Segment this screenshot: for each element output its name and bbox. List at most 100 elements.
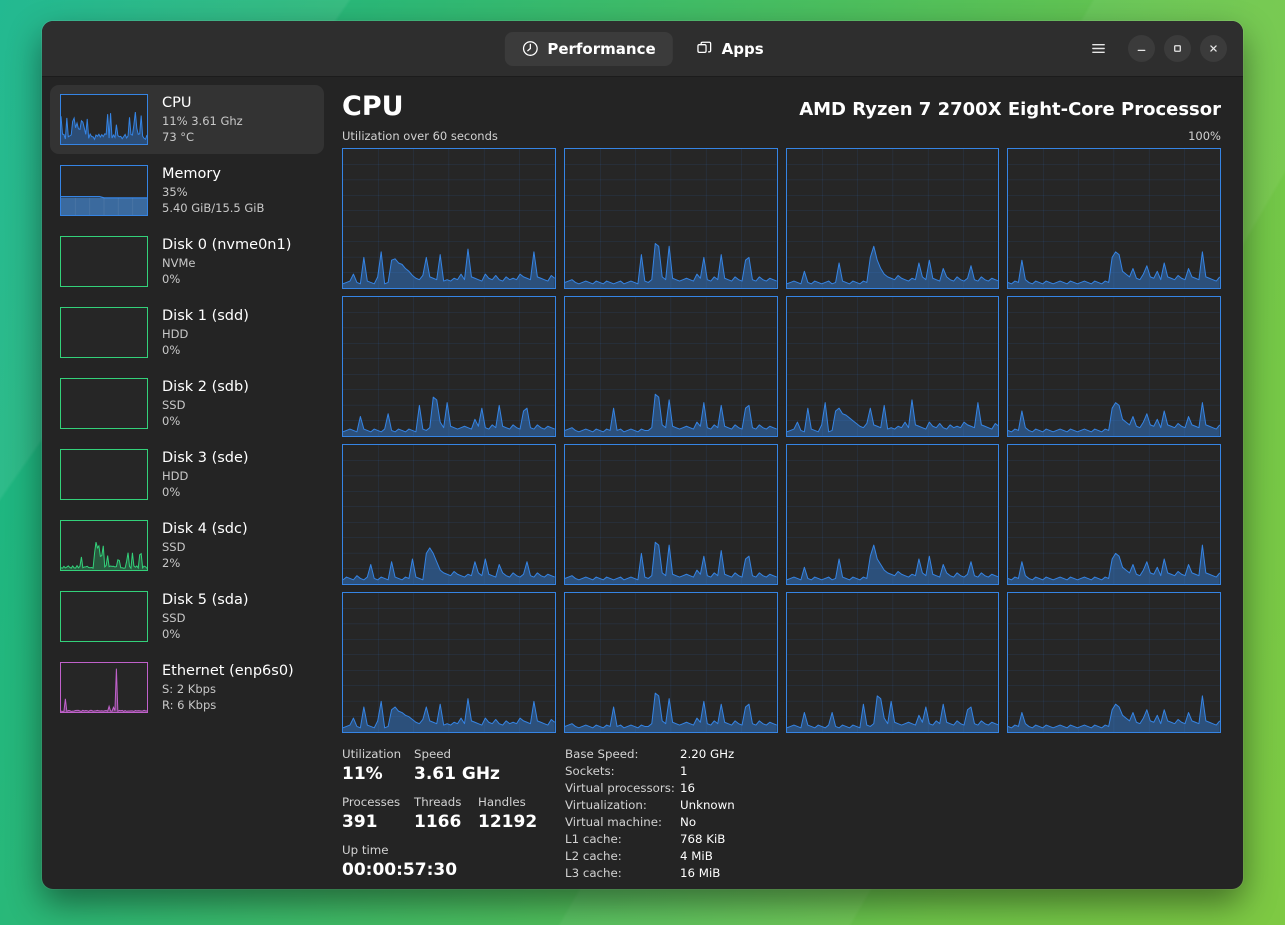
sidebar-thumbnail-0 [60, 94, 148, 145]
stat-group-processes: Processes Threads Handles 391 1166 12192 [342, 794, 560, 834]
cpu-core-graph [786, 148, 1000, 289]
spec-value: 2.20 GHz [680, 746, 734, 763]
speed-value: 3.61 GHz [414, 763, 534, 786]
minimize-icon[interactable] [1128, 35, 1155, 62]
task-manager-window: Performance Apps [42, 21, 1243, 889]
hamburger-menu-icon[interactable] [1084, 35, 1112, 63]
uptime-value: 00:00:57:30 [342, 859, 560, 882]
spec-row: Virtual processors:16 [565, 780, 1221, 797]
spec-row: L2 cache:4 MiB [565, 848, 1221, 865]
handles-value: 12192 [478, 811, 558, 834]
cpu-core-graph [786, 592, 1000, 733]
cpu-core-graph [1007, 444, 1221, 585]
sidebar-item-text: Disk 1 (sdd)HDD0% [162, 307, 249, 358]
window-controls [1084, 35, 1227, 63]
sidebar-item-disk-5-sda[interactable]: Disk 5 (sda)SSD0% [50, 582, 324, 651]
sidebar-item-text: Disk 2 (sdb)SSD0% [162, 378, 249, 429]
windows-stack-icon [696, 40, 713, 57]
sidebar-item-disk-1-sdd[interactable]: Disk 1 (sdd)HDD0% [50, 298, 324, 367]
sidebar-item-detail-1: HDD [162, 468, 249, 484]
spec-value: Unknown [680, 797, 735, 814]
sidebar-item-memory[interactable]: Memory35%5.40 GiB/15.5 GiB [50, 156, 324, 225]
speed-label: Speed [414, 746, 534, 763]
window-body: CPU11% 3.61 Ghz73 °C Memory35%5.40 GiB/15… [42, 77, 1243, 889]
cpu-core-graph [342, 148, 556, 289]
cpu-core-graph [786, 296, 1000, 437]
spec-value: 768 KiB [680, 831, 725, 848]
spec-value: 4 MiB [680, 848, 713, 865]
spec-row: Base Speed:2.20 GHz [565, 746, 1221, 763]
cpu-core-graph [564, 592, 778, 733]
stats-section: Utilization Speed 11% 3.61 GHz Processes… [342, 733, 1221, 889]
sidebar-item-detail-1: 35% [162, 184, 264, 200]
sidebar-item-detail-2: 0% [162, 484, 249, 500]
sidebar-item-disk-3-sde[interactable]: Disk 3 (sde)HDD0% [50, 440, 324, 509]
sidebar-item-detail-1: SSD [162, 610, 249, 626]
sidebar-item-text: Disk 5 (sda)SSD0% [162, 591, 249, 642]
tab-performance-label: Performance [547, 40, 655, 58]
sidebar-item-text: Disk 3 (sde)HDD0% [162, 449, 249, 500]
cpu-core-graph [564, 148, 778, 289]
sidebar-thumbnail-3 [60, 307, 148, 358]
graph-x-axis-label: Utilization over 60 seconds [342, 129, 498, 143]
cpu-core-graph [564, 444, 778, 585]
spec-row: Sockets:1 [565, 763, 1221, 780]
sidebar-item-detail-2: 0% [162, 413, 249, 429]
spec-label: L1 cache: [565, 831, 680, 848]
maximize-icon[interactable] [1164, 35, 1191, 62]
cpu-core-graph [786, 444, 1000, 585]
sidebar-item-detail-1: 11% 3.61 Ghz [162, 113, 243, 129]
processes-label: Processes [342, 794, 414, 811]
stat-group-uptime: Up time 00:00:57:30 [342, 842, 560, 882]
sidebar-item-text: Disk 0 (nvme0n1)NVMe0% [162, 236, 291, 287]
stat-group-util-speed: Utilization Speed 11% 3.61 GHz [342, 746, 560, 786]
spec-label: Sockets: [565, 763, 680, 780]
speedometer-icon [521, 40, 538, 57]
close-icon[interactable] [1200, 35, 1227, 62]
main-header: CPU AMD Ryzen 7 2700X Eight-Core Process… [342, 91, 1221, 122]
sidebar-item-text: Ethernet (enp6s0)S: 2 KbpsR: 6 Kbps [162, 662, 294, 713]
cpu-core-graph [1007, 148, 1221, 289]
tab-apps-label: Apps [722, 40, 764, 58]
spec-value: 16 MiB [680, 865, 720, 882]
sidebar-item-disk-4-sdc[interactable]: Disk 4 (sdc)SSD2% [50, 511, 324, 580]
sidebar-thumbnail-6 [60, 520, 148, 571]
sidebar-item-label: Ethernet (enp6s0) [162, 662, 294, 681]
uptime-label: Up time [342, 842, 560, 859]
tab-performance[interactable]: Performance [504, 32, 672, 66]
sidebar-item-label: Disk 0 (nvme0n1) [162, 236, 291, 255]
sidebar-item-detail-2: 2% [162, 555, 248, 571]
sidebar-item-detail-1: HDD [162, 326, 249, 342]
sidebar-item-ethernet-enp6s0[interactable]: Ethernet (enp6s0)S: 2 KbpsR: 6 Kbps [50, 653, 324, 722]
page-title: CPU [342, 91, 404, 122]
spec-row: Virtualization:Unknown [565, 797, 1221, 814]
sidebar-item-detail-1: SSD [162, 539, 248, 555]
sidebar-item-disk-0-nvme0n1[interactable]: Disk 0 (nvme0n1)NVMe0% [50, 227, 324, 296]
cpu-spec-list: Base Speed:2.20 GHzSockets:1Virtual proc… [560, 746, 1221, 889]
sidebar-thumbnail-2 [60, 236, 148, 287]
cpu-core-graph-grid [342, 148, 1221, 733]
handles-label: Handles [478, 794, 558, 811]
stats-left-column: Utilization Speed 11% 3.61 GHz Processes… [342, 746, 560, 889]
resource-sidebar[interactable]: CPU11% 3.61 Ghz73 °C Memory35%5.40 GiB/15… [42, 77, 330, 889]
cpu-core-graph [1007, 296, 1221, 437]
cpu-core-graph [342, 444, 556, 585]
sidebar-thumbnail-4 [60, 378, 148, 429]
sidebar-item-disk-2-sdb[interactable]: Disk 2 (sdb)SSD0% [50, 369, 324, 438]
graph-axis-labels: Utilization over 60 seconds 100% [342, 129, 1221, 143]
utilization-value: 11% [342, 763, 414, 786]
sidebar-item-detail-2: 0% [162, 271, 291, 287]
cpu-core-graph [1007, 592, 1221, 733]
graph-y-max-label: 100% [1188, 129, 1221, 143]
threads-value: 1166 [414, 811, 478, 834]
spec-label: Virtual processors: [565, 780, 680, 797]
sidebar-item-text: CPU11% 3.61 Ghz73 °C [162, 94, 243, 145]
sidebar-thumbnail-8 [60, 662, 148, 713]
tab-apps[interactable]: Apps [679, 32, 781, 66]
sidebar-item-cpu[interactable]: CPU11% 3.61 Ghz73 °C [50, 85, 324, 154]
sidebar-item-label: Disk 3 (sde) [162, 449, 249, 468]
spec-value: 16 [680, 780, 695, 797]
spec-value: No [680, 814, 696, 831]
sidebar-item-label: Disk 5 (sda) [162, 591, 249, 610]
spec-row: Virtual machine:No [565, 814, 1221, 831]
